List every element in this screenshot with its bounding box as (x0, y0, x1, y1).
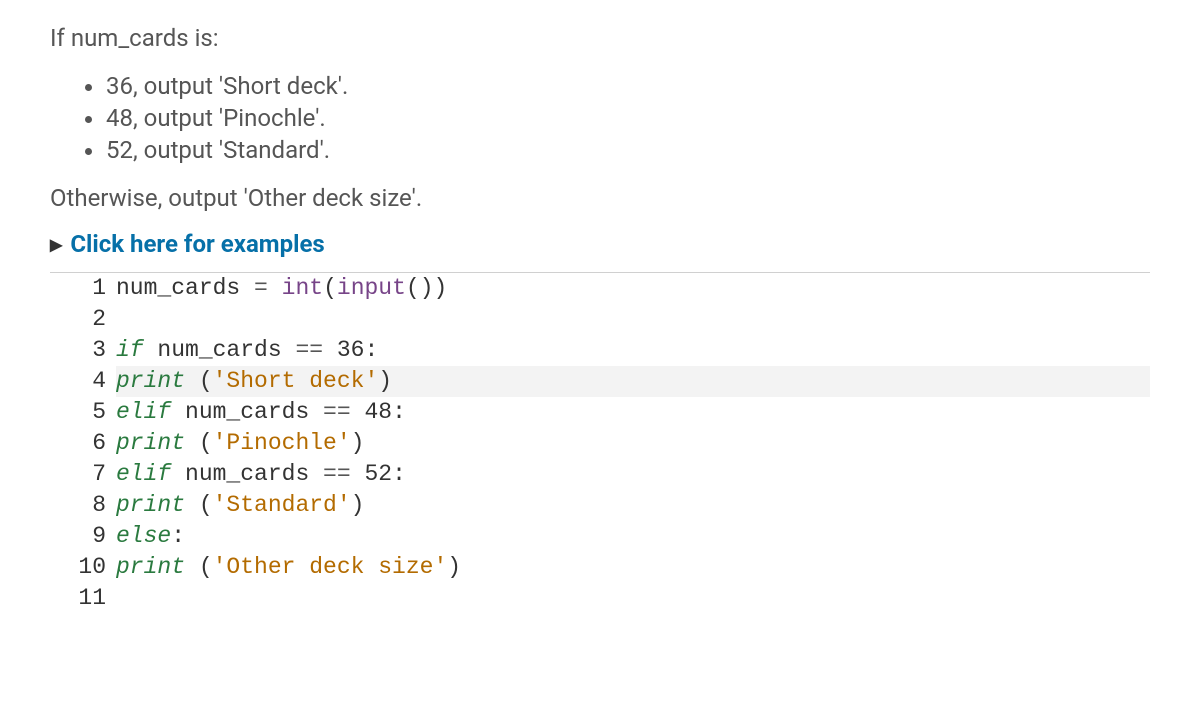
code-line[interactable]: 5elif num_cards == 48: (50, 397, 1150, 428)
line-number: 1 (50, 273, 116, 304)
line-number: 3 (50, 335, 116, 366)
code-line[interactable]: 7elif num_cards == 52: (50, 459, 1150, 490)
code-line[interactable]: 3if num_cards == 36: (50, 335, 1150, 366)
code-content[interactable] (116, 583, 1150, 614)
code-line[interactable]: 10print ('Other deck size') (50, 552, 1150, 583)
code-content[interactable]: print ('Short deck') (116, 366, 1150, 397)
code-content[interactable]: elif num_cards == 52: (116, 459, 1150, 490)
condition-item: 36, output 'Short deck'. (106, 72, 1150, 100)
problem-panel: If num_cards is: 36, output 'Short deck'… (0, 0, 1200, 615)
line-number: 2 (50, 304, 116, 335)
line-number: 9 (50, 521, 116, 552)
triangle-right-icon: ▶ (50, 235, 62, 254)
code-content[interactable]: else: (116, 521, 1150, 552)
code-content[interactable]: print ('Pinochle') (116, 428, 1150, 459)
code-line[interactable]: 1num_cards = int(input()) (50, 273, 1150, 304)
examples-toggle[interactable]: ▶ Click here for examples (50, 230, 325, 258)
code-content[interactable]: if num_cards == 36: (116, 335, 1150, 366)
code-line[interactable]: 8print ('Standard') (50, 490, 1150, 521)
code-content[interactable]: elif num_cards == 48: (116, 397, 1150, 428)
line-number: 7 (50, 459, 116, 490)
line-number: 8 (50, 490, 116, 521)
code-line[interactable]: 2 (50, 304, 1150, 335)
line-number: 5 (50, 397, 116, 428)
condition-item: 52, output 'Standard'. (106, 136, 1150, 164)
examples-link-label: Click here for examples (70, 230, 324, 258)
code-content[interactable]: print ('Standard') (116, 490, 1150, 521)
condition-list: 36, output 'Short deck'. 48, output 'Pin… (50, 72, 1150, 164)
code-content[interactable]: num_cards = int(input()) (116, 273, 1150, 304)
code-line[interactable]: 9else: (50, 521, 1150, 552)
code-line[interactable]: 11 (50, 583, 1150, 614)
code-content[interactable]: print ('Other deck size') (116, 552, 1150, 583)
code-editor[interactable]: 1num_cards = int(input())23if num_cards … (50, 272, 1150, 615)
line-number: 11 (50, 583, 116, 614)
line-number: 4 (50, 366, 116, 397)
intro-text: If num_cards is: (50, 24, 1150, 52)
code-content[interactable] (116, 304, 1150, 335)
line-number: 10 (50, 552, 116, 583)
condition-item: 48, output 'Pinochle'. (106, 104, 1150, 132)
line-number: 6 (50, 428, 116, 459)
otherwise-text: Otherwise, output 'Other deck size'. (50, 184, 1150, 212)
code-line[interactable]: 4print ('Short deck') (50, 366, 1150, 397)
code-line[interactable]: 6print ('Pinochle') (50, 428, 1150, 459)
